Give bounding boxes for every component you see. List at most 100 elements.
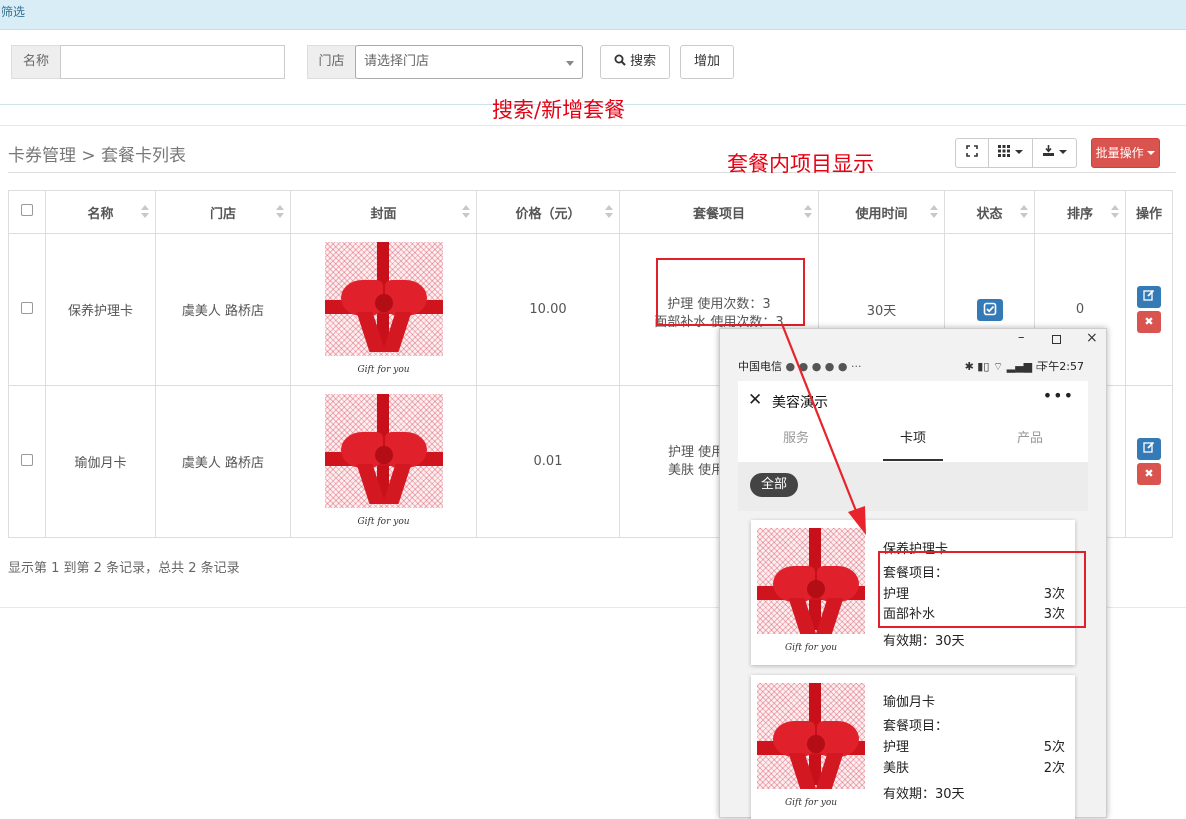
column-header-label: 封面 bbox=[370, 206, 397, 222]
add-button[interactable]: 增加 bbox=[680, 45, 734, 79]
column-header-label: 套餐项目 bbox=[692, 206, 745, 222]
edit-icon bbox=[1143, 441, 1155, 453]
item-name: 护理 bbox=[883, 740, 910, 755]
cover-image: Gift for you bbox=[757, 528, 865, 656]
column-header-actions: 操作 bbox=[1125, 190, 1173, 234]
minimize-icon[interactable]: – bbox=[1018, 330, 1025, 345]
column-header-duration[interactable]: 使用时间 bbox=[818, 190, 945, 234]
item-count: 2次 bbox=[1043, 761, 1065, 776]
cover-cell: Gift for you bbox=[290, 233, 477, 386]
column-header-label: 名称 bbox=[87, 206, 114, 222]
name-cell: 瑜伽月卡 bbox=[45, 385, 156, 538]
edit-button[interactable] bbox=[1137, 286, 1161, 308]
more-icon[interactable]: ••• bbox=[1043, 386, 1074, 405]
breadcrumb-parent[interactable]: 卡券管理 bbox=[8, 146, 76, 166]
status-toggle[interactable] bbox=[976, 298, 1003, 321]
column-header-items[interactable]: 套餐项目 bbox=[619, 190, 819, 234]
cover-image: Gift for you bbox=[324, 393, 443, 530]
columns-button[interactable] bbox=[988, 138, 1033, 168]
caret-down-icon bbox=[1147, 151, 1156, 155]
sort-icon bbox=[804, 205, 812, 221]
sort-icon bbox=[930, 205, 938, 221]
close-icon[interactable]: ✕ bbox=[748, 390, 762, 410]
card-validity: 有效期：30天 bbox=[883, 634, 965, 649]
filter-title: 筛选 bbox=[1, 5, 26, 19]
price-cell: 10.00 bbox=[476, 233, 620, 386]
sort-icon bbox=[605, 205, 613, 221]
store-cell: 虞美人 路桥店 bbox=[155, 233, 291, 386]
card-item-row: 美肤 2次 bbox=[883, 757, 1065, 776]
column-header-label: 使用时间 bbox=[855, 206, 908, 222]
cover-caption: Gift for you bbox=[357, 364, 410, 375]
search-button-label: 搜索 bbox=[630, 54, 657, 69]
row-checkbox[interactable] bbox=[21, 453, 33, 466]
phone-time: 下午2:57 bbox=[1037, 360, 1084, 373]
store-select-placeholder: 请选择门店 bbox=[364, 54, 430, 69]
breadcrumb: 卡券管理 > 套餐卡列表 bbox=[8, 141, 186, 166]
divider bbox=[0, 125, 1186, 126]
column-header-label: 价格（元） bbox=[515, 206, 581, 222]
row-checkbox[interactable] bbox=[21, 301, 33, 314]
row-select-cell bbox=[8, 233, 46, 386]
caret-down-icon bbox=[1059, 150, 1068, 154]
delete-button[interactable]: ✖ bbox=[1137, 311, 1161, 333]
column-header-store[interactable]: 门店 bbox=[155, 190, 291, 234]
caret-down-icon bbox=[1014, 150, 1023, 154]
fullscreen-icon bbox=[966, 145, 978, 157]
sort-icon bbox=[462, 205, 470, 221]
search-button[interactable]: 搜索 bbox=[600, 45, 670, 79]
delete-button[interactable]: ✖ bbox=[1137, 463, 1161, 485]
column-header-sort[interactable]: 排序 bbox=[1034, 190, 1126, 234]
highlight-box bbox=[656, 258, 805, 326]
annotation-arrow bbox=[780, 323, 866, 535]
maximize-icon[interactable] bbox=[1052, 335, 1061, 344]
name-input[interactable] bbox=[60, 45, 285, 79]
cover-caption: Gift for you bbox=[357, 516, 410, 527]
active-tab-indicator bbox=[883, 459, 943, 461]
store-select[interactable]: 请选择门店 bbox=[355, 45, 583, 79]
column-header-name[interactable]: 名称 bbox=[45, 190, 156, 234]
tab-products[interactable]: 产品 bbox=[972, 421, 1088, 463]
cover-caption: Gift for you bbox=[784, 798, 838, 808]
cover-caption: Gift for you bbox=[784, 643, 838, 653]
select-all-checkbox[interactable] bbox=[21, 204, 33, 216]
price-cell: 0.01 bbox=[476, 385, 620, 538]
column-header-price[interactable]: 价格（元） bbox=[476, 190, 620, 234]
breadcrumb-current: 套餐卡列表 bbox=[101, 146, 187, 166]
filter-panel-header: 筛选 bbox=[0, 0, 1186, 30]
annotation-search: 搜索/新增套餐 bbox=[492, 98, 626, 122]
name-label: 名称 bbox=[11, 45, 61, 79]
column-header-label: 操作 bbox=[1135, 206, 1162, 222]
export-button[interactable] bbox=[1032, 138, 1077, 168]
annotation-items: 套餐内项目显示 bbox=[727, 152, 874, 176]
signal-icons: ✱ ▮▯ ⌔ ▂▄▆ ▭ bbox=[964, 360, 1046, 373]
item-name: 美肤 bbox=[883, 761, 910, 776]
batch-operations-label: 批量操作 bbox=[1095, 146, 1144, 160]
cover-cell: Gift for you bbox=[290, 385, 477, 538]
row-select-cell bbox=[8, 385, 46, 538]
batch-operations-button[interactable]: 批量操作 bbox=[1091, 138, 1160, 168]
table-header-row: 名称 门店 封面 价格（元） 套餐项目 使用时间 状态 排序 操作 bbox=[8, 190, 1173, 234]
store-cell: 虞美人 路桥店 bbox=[155, 385, 291, 538]
search-icon bbox=[614, 54, 626, 66]
column-header-label: 门店 bbox=[209, 206, 236, 222]
actions-cell: ✖ bbox=[1125, 233, 1173, 386]
grid-icon bbox=[998, 145, 1011, 157]
column-header-label: 排序 bbox=[1066, 206, 1093, 222]
store-label: 门店 bbox=[307, 45, 356, 79]
edit-button[interactable] bbox=[1137, 438, 1161, 460]
edit-icon bbox=[1143, 289, 1155, 301]
sort-icon bbox=[141, 205, 149, 221]
pagination-info: 显示第 1 到第 2 条记录，总共 2 条记录 bbox=[8, 561, 240, 576]
card-item[interactable]: Gift for you 瑜伽月卡 套餐项目： 护理 5次 美肤 2次 有效期：30… bbox=[751, 675, 1075, 819]
card-name: 瑜伽月卡 bbox=[883, 695, 936, 710]
export-icon bbox=[1042, 145, 1054, 156]
column-header-status[interactable]: 状态 bbox=[944, 190, 1035, 234]
column-header-cover[interactable]: 封面 bbox=[290, 190, 477, 234]
fullscreen-button[interactable] bbox=[955, 138, 989, 168]
column-header-label: 状态 bbox=[976, 206, 1003, 222]
card-items-label: 套餐项目： bbox=[883, 719, 949, 734]
close-icon[interactable]: × bbox=[1086, 330, 1098, 346]
sort-icon bbox=[276, 205, 284, 221]
cover-image: Gift for you bbox=[757, 683, 865, 811]
